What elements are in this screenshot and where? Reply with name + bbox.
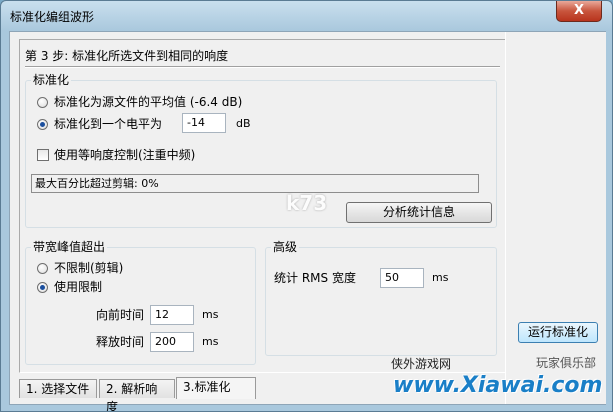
close-button[interactable]: X: [556, 1, 602, 22]
watermark-site-cn: 侠外游戏网: [391, 357, 452, 371]
watermark-club: 玩家俱乐部: [536, 356, 597, 370]
rms-width-label: 统计 RMS 宽度: [274, 271, 356, 285]
peak-group-label: 带宽峰值超出: [31, 240, 108, 254]
window-title: 标准化编组波形: [10, 10, 95, 24]
release-label: 释放时间: [96, 335, 145, 349]
side-panel: 运行标准化 玩家俱乐部: [505, 32, 606, 404]
wizard-page: 第 3 步: 标准化所选文件到相同的响度 标准化 标准化为源文件的平均值 (-6…: [19, 39, 506, 373]
clip-status: 最大百分比超过剪辑: 0%: [31, 174, 479, 193]
lookahead-unit: ms: [202, 308, 219, 321]
run-normalize-button[interactable]: 运行标准化: [518, 322, 598, 343]
radio-use-limit[interactable]: [37, 282, 48, 293]
no-limit-label: 不限制(剪辑): [54, 261, 124, 275]
tab-select-files[interactable]: 1. 选择文件: [19, 379, 97, 398]
lookahead-input[interactable]: 12: [150, 305, 194, 325]
separator: [25, 66, 500, 68]
dialog-client: 第 3 步: 标准化所选文件到相同的响度 标准化 标准化为源文件的平均值 (-6…: [9, 31, 606, 411]
advanced-group-label: 高级: [271, 240, 300, 254]
radio-normalize-level[interactable]: [37, 119, 48, 130]
radio-no-limit[interactable]: [37, 263, 48, 274]
title-bar: 标准化编组波形 X: [1, 1, 612, 31]
radio-normalize-average[interactable]: [37, 97, 48, 108]
rms-width-unit: ms: [432, 271, 449, 284]
normalize-average-label: 标准化为源文件的平均值 (-6.4 dB): [54, 95, 243, 109]
lookahead-label: 向前时间: [96, 308, 145, 322]
equal-loudness-checkbox[interactable]: [37, 149, 49, 161]
advanced-group: 高级 统计 RMS 宽度 50 ms: [265, 240, 497, 356]
level-unit: dB: [236, 117, 251, 130]
peak-group: 带宽峰值超出 不限制(剪辑) 使用限制 向前时间 12 ms 释放时间 200 …: [25, 240, 256, 365]
equal-loudness-label: 使用等响度控制(注重中频): [54, 148, 196, 162]
dialog-window: 标准化编组波形 X 第 3 步: 标准化所选文件到相同的响度 标准化 标准化为源…: [0, 0, 613, 412]
release-unit: ms: [202, 335, 219, 348]
tab-analyze-loudness[interactable]: 2. 解析响度: [99, 379, 175, 411]
release-input[interactable]: 200: [150, 332, 194, 352]
analyze-stats-button[interactable]: 分析统计信息: [346, 202, 492, 223]
normalize-group-label: 标准化: [31, 73, 72, 87]
rms-width-input[interactable]: 50: [380, 268, 424, 288]
use-limit-label: 使用限制: [54, 280, 103, 294]
watermark-site-en: www.Xiawai.com: [393, 373, 603, 398]
level-input[interactable]: -14: [182, 113, 226, 133]
normalize-group: 标准化 标准化为源文件的平均值 (-6.4 dB) 标准化到一个电平为 -14 …: [25, 73, 497, 228]
step-label: 第 3 步: 标准化所选文件到相同的响度: [25, 49, 229, 63]
normalize-level-label: 标准化到一个电平为: [54, 117, 163, 131]
watermark-logo: k73: [286, 191, 328, 215]
tab-normalize[interactable]: 3.标准化: [176, 377, 256, 399]
